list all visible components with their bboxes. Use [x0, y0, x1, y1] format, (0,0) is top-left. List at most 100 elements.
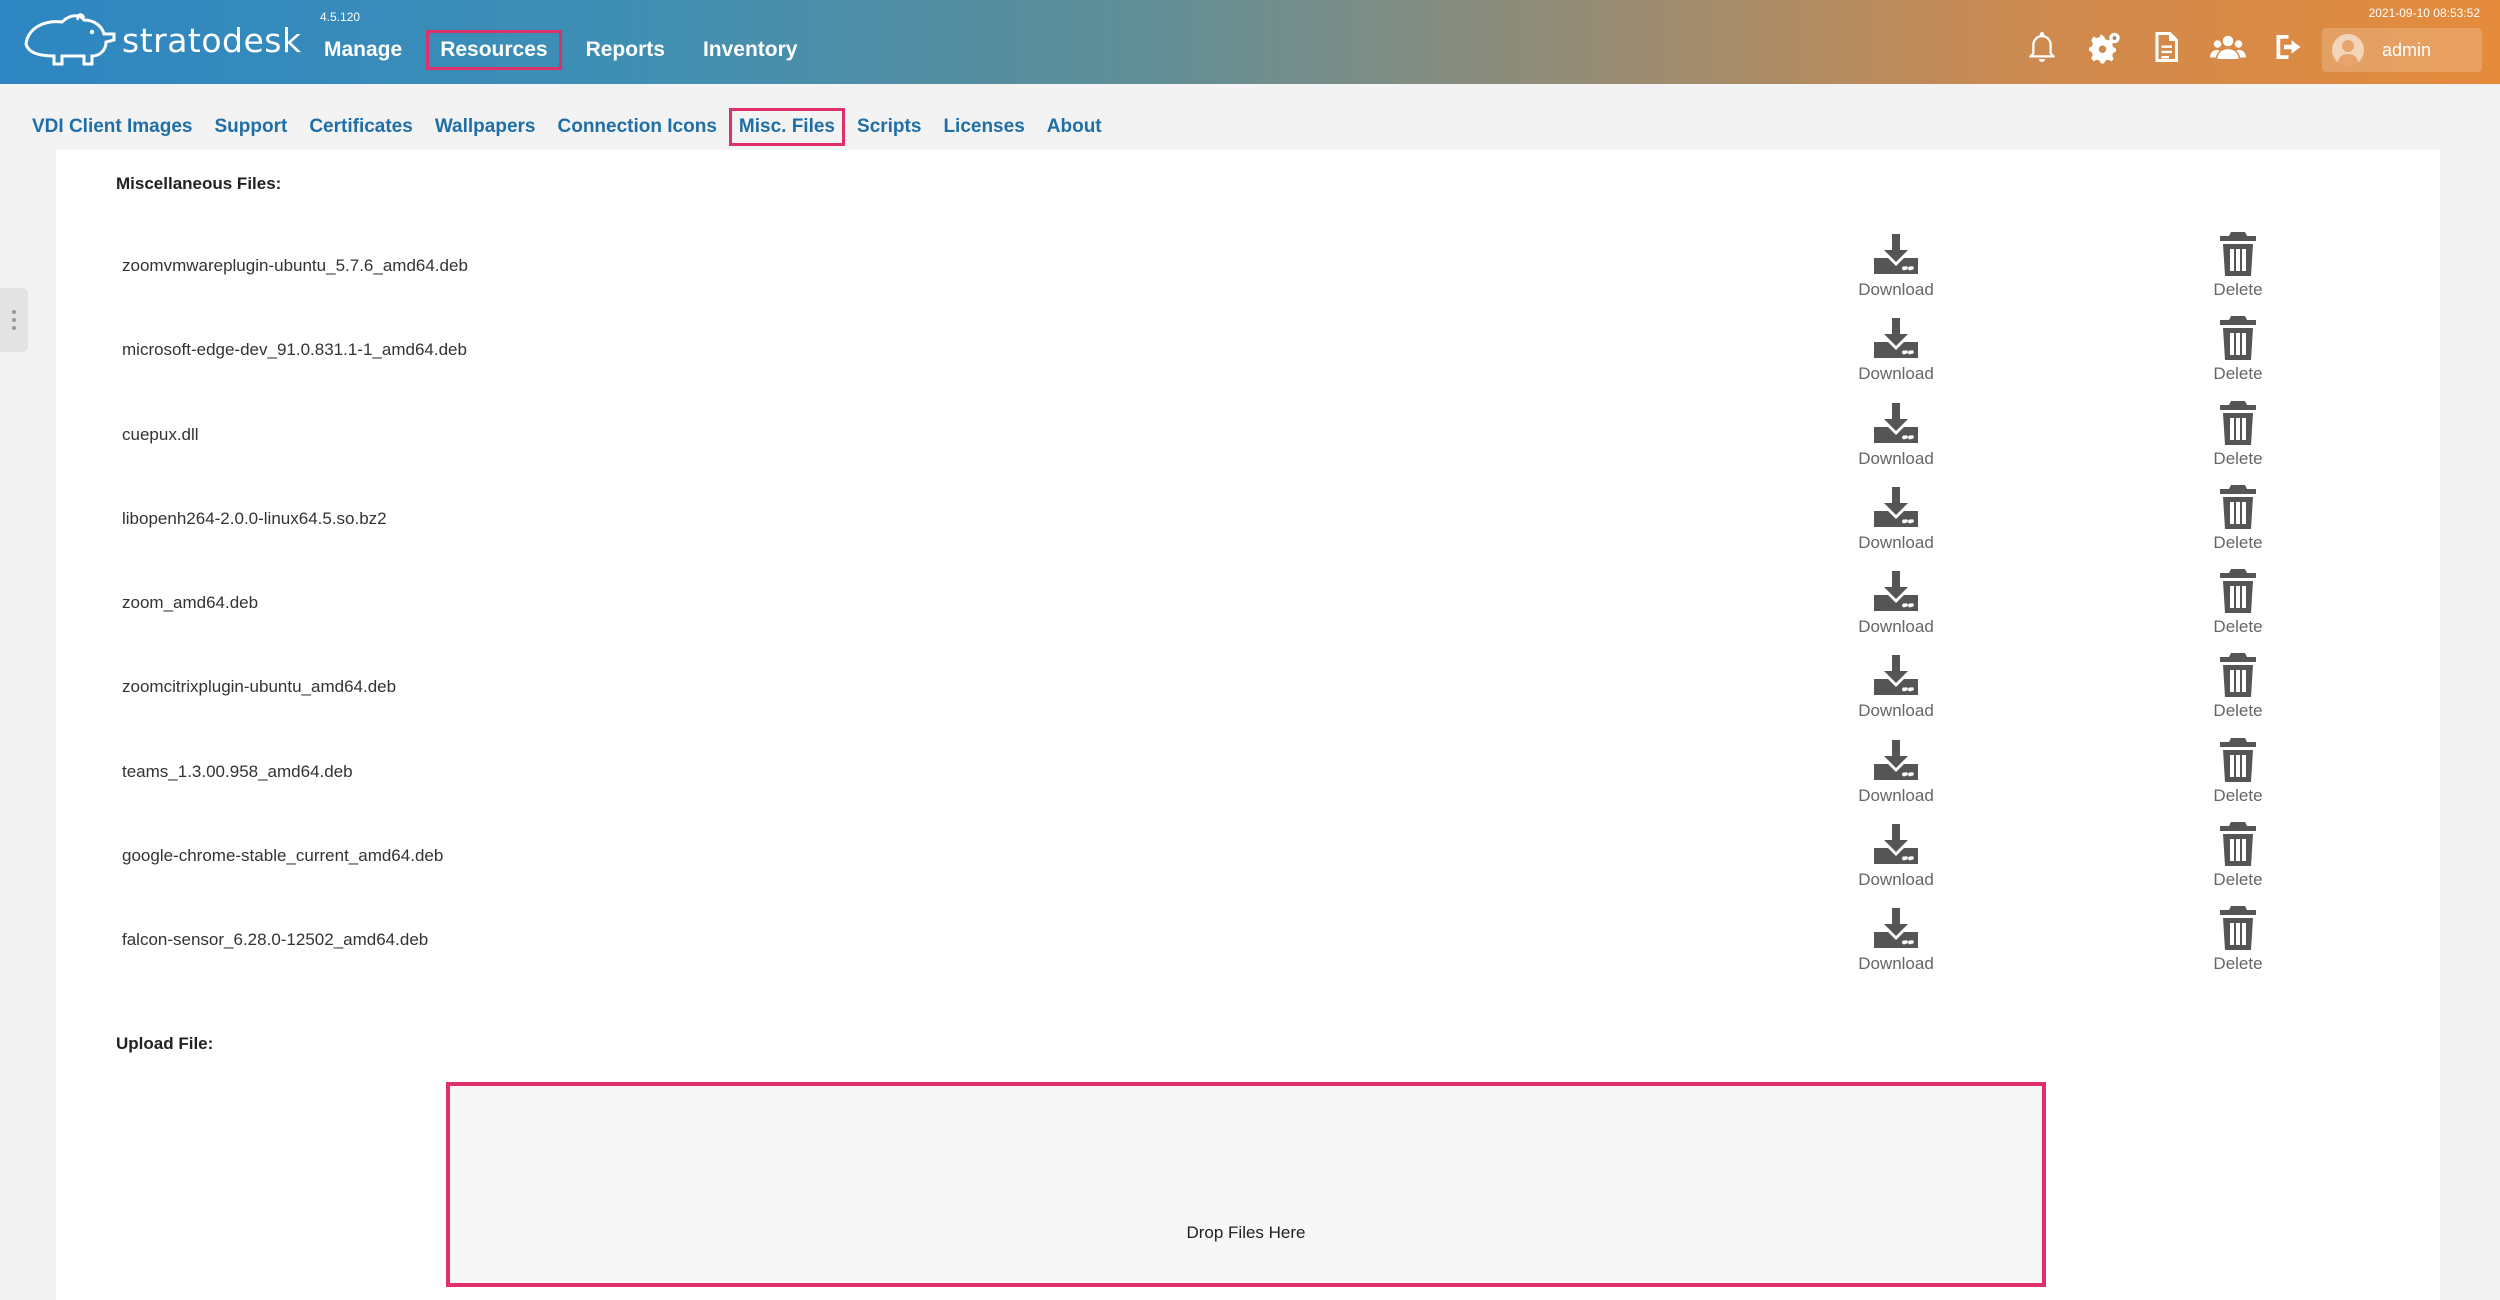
top-bar: stratodesk 4.5.120 Manage Resources Repo…: [0, 0, 2500, 84]
misc-files-title: Miscellaneous Files:: [116, 174, 282, 193]
document-icon[interactable]: [2146, 27, 2186, 67]
delete-label: Delete: [2213, 532, 2263, 552]
stratodesk-logo[interactable]: stratodesk: [18, 10, 302, 70]
top-icon-bar: [2022, 27, 2310, 67]
delete-label: Delete: [2213, 701, 2263, 721]
file-row: libopenh264-2.0.0-linux64.5.so.bz2 Downl…: [56, 483, 2440, 567]
file-row: falcon-sensor_6.28.0-12502_amd64.deb Dow…: [56, 904, 2440, 988]
logout-icon[interactable]: [2270, 27, 2310, 67]
nav-inventory[interactable]: Inventory: [689, 30, 812, 70]
delete-label: Delete: [2213, 870, 2263, 890]
delete-button[interactable]: Delete: [2173, 820, 2303, 890]
logo-text: stratodesk: [122, 20, 302, 60]
download-label: Download: [1858, 701, 1934, 721]
delete-label: Delete: [2213, 280, 2263, 299]
download-label: Download: [1858, 954, 1934, 974]
file-name: cuepux.dll: [122, 424, 199, 444]
download-button[interactable]: Download: [1831, 483, 1961, 553]
nav-resources[interactable]: Resources: [426, 30, 562, 70]
file-row: google-chrome-stable_current_amd64.deb D…: [56, 820, 2440, 904]
delete-button[interactable]: Delete: [2173, 399, 2303, 469]
file-name: zoomcitrixplugin-ubuntu_amd64.deb: [122, 677, 397, 697]
resources-sub-nav: VDI Client Images Support Certificates W…: [22, 108, 1112, 146]
download-label: Download: [1858, 364, 1934, 384]
download-button[interactable]: Download: [1831, 230, 1961, 300]
delete-label: Delete: [2213, 448, 2263, 468]
delete-button[interactable]: Delete: [2173, 736, 2303, 806]
tab-vdi-client-images[interactable]: VDI Client Images: [22, 108, 203, 146]
file-row: zoomvmwareplugin-ubuntu_5.7.6_amd64.deb …: [56, 230, 2440, 314]
upload-dropzone[interactable]: Drop Files Here: [446, 1082, 2046, 1287]
server-datetime: 2021-09-10 08:53:52: [2368, 6, 2480, 20]
delete-button[interactable]: Delete: [2173, 567, 2303, 637]
user-menu[interactable]: admin: [2322, 28, 2482, 72]
version-label: 4.5.120: [320, 10, 361, 24]
upload-file-title: Upload File:: [116, 1034, 214, 1053]
bell-icon[interactable]: [2022, 27, 2062, 67]
trash-icon: [2220, 400, 2256, 445]
main-nav: Manage Resources Reports Inventory: [310, 30, 811, 70]
gears-icon[interactable]: [2084, 27, 2124, 67]
file-name: zoom_amd64.deb: [122, 593, 259, 613]
delete-button[interactable]: Delete: [2173, 483, 2303, 553]
delete-button[interactable]: Delete: [2173, 651, 2303, 721]
download-label: Download: [1858, 617, 1934, 637]
tab-wallpapers[interactable]: Wallpapers: [425, 108, 546, 146]
polar-bear-logo-icon: [24, 13, 116, 66]
download-icon: [1874, 571, 1918, 612]
download-icon: [1874, 739, 1918, 780]
file-row: microsoft-edge-dev_91.0.831.1-1_amd64.de…: [56, 314, 2440, 398]
trash-icon: [2220, 232, 2256, 276]
download-icon: [1874, 318, 1918, 359]
tab-misc-files[interactable]: Misc. Files: [728, 108, 846, 146]
file-row: zoom_amd64.deb Download Delete: [56, 567, 2440, 651]
download-label: Download: [1858, 448, 1934, 468]
delete-button[interactable]: Delete: [2173, 230, 2303, 300]
misc-files-panel: Miscellaneous Files: zoomvmwareplugin-ub…: [56, 150, 2440, 1300]
download-button[interactable]: Download: [1831, 736, 1961, 806]
trash-icon: [2220, 569, 2256, 614]
users-icon[interactable]: [2208, 27, 2248, 67]
download-label: Download: [1858, 785, 1934, 805]
nav-manage[interactable]: Manage: [310, 30, 416, 70]
download-label: Download: [1858, 280, 1934, 299]
tab-support[interactable]: Support: [205, 108, 298, 146]
file-row: cuepux.dll Download Delete: [56, 399, 2440, 483]
download-button[interactable]: Download: [1831, 820, 1961, 890]
file-name: falcon-sensor_6.28.0-12502_amd64.deb: [122, 930, 429, 950]
tab-certificates[interactable]: Certificates: [299, 108, 423, 146]
tab-about[interactable]: About: [1037, 108, 1112, 146]
download-icon: [1874, 402, 1918, 443]
tab-scripts[interactable]: Scripts: [847, 108, 931, 146]
file-row: zoomcitrixplugin-ubuntu_amd64.deb Downlo…: [56, 651, 2440, 735]
download-button[interactable]: Download: [1831, 904, 1961, 974]
file-list: zoomvmwareplugin-ubuntu_5.7.6_amd64.deb …: [56, 230, 2440, 989]
file-name: microsoft-edge-dev_91.0.831.1-1_amd64.de…: [122, 340, 467, 360]
download-button[interactable]: Download: [1831, 651, 1961, 721]
trash-icon: [2220, 737, 2256, 782]
delete-label: Delete: [2213, 617, 2263, 637]
delete-button[interactable]: Delete: [2173, 314, 2303, 384]
sidebar-toggle-handle[interactable]: [0, 288, 28, 352]
download-label: Download: [1858, 870, 1934, 890]
download-icon: [1874, 234, 1918, 274]
trash-icon: [2220, 822, 2256, 867]
tab-licenses[interactable]: Licenses: [933, 108, 1034, 146]
download-button[interactable]: Download: [1831, 567, 1961, 637]
trash-icon: [2220, 906, 2256, 951]
download-label: Download: [1858, 532, 1934, 552]
file-row: teams_1.3.00.958_amd64.deb Download Dele…: [56, 736, 2440, 820]
user-name: admin: [2382, 39, 2432, 60]
delete-button[interactable]: Delete: [2173, 904, 2303, 974]
delete-label: Delete: [2213, 785, 2263, 805]
download-button[interactable]: Download: [1831, 314, 1961, 384]
file-name: libopenh264-2.0.0-linux64.5.so.bz2: [122, 508, 387, 528]
download-button[interactable]: Download: [1831, 399, 1961, 469]
nav-reports[interactable]: Reports: [572, 30, 679, 70]
tab-connection-icons[interactable]: Connection Icons: [548, 108, 727, 146]
download-icon: [1874, 486, 1918, 527]
file-name: teams_1.3.00.958_amd64.deb: [122, 761, 353, 781]
trash-icon: [2220, 653, 2256, 698]
trash-icon: [2220, 484, 2256, 529]
avatar-icon: [2332, 34, 2364, 66]
